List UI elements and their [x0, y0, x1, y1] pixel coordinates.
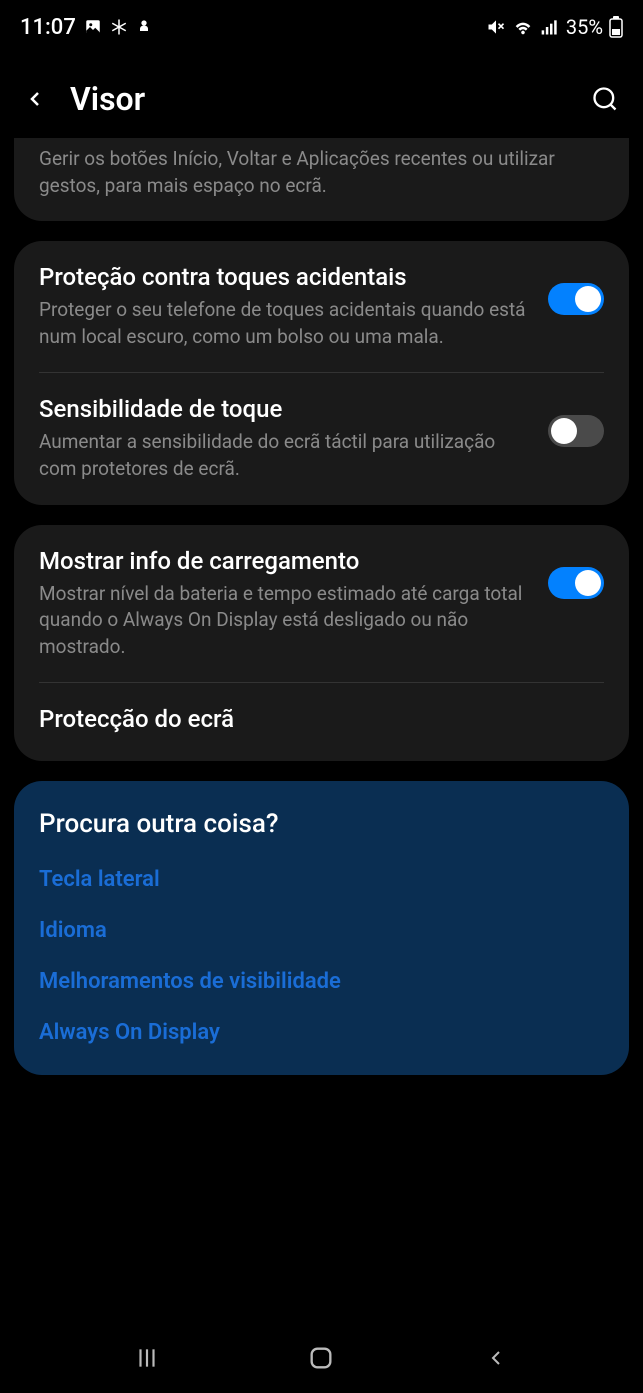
- accidental-touch-protection-item[interactable]: Proteção contra toques acidentais Proteg…: [14, 241, 629, 372]
- charging-info-item[interactable]: Mostrar info de carregamento Mostrar nív…: [14, 525, 629, 683]
- setting-desc: Gerir os botões Início, Voltar e Aplicaç…: [39, 146, 604, 199]
- gallery-icon: [84, 18, 102, 36]
- back-nav-button[interactable]: [471, 1333, 521, 1383]
- navigation-bar: [0, 1323, 643, 1393]
- suggestions-card: Procura outra coisa? Tecla lateral Idiom…: [14, 781, 629, 1075]
- toggle-knob: [575, 570, 601, 596]
- charging-screen-card: Mostrar info de carregamento Mostrar nív…: [14, 525, 629, 762]
- battery-percent: 35%: [566, 15, 603, 39]
- setting-title: Mostrar info de carregamento: [39, 547, 528, 575]
- setting-content: Protecção do ecrã: [39, 705, 604, 739]
- chevron-left-icon: [23, 87, 47, 111]
- setting-title: Sensibilidade de toque: [39, 395, 528, 423]
- suggestions-title: Procura outra coisa?: [39, 809, 604, 839]
- recents-icon: [134, 1345, 160, 1371]
- touch-settings-card: Proteção contra toques acidentais Proteg…: [14, 241, 629, 504]
- search-button[interactable]: [587, 81, 623, 117]
- accidental-touch-toggle[interactable]: [548, 283, 604, 315]
- status-right: 35%: [486, 15, 623, 39]
- toggle-knob: [551, 418, 577, 444]
- setting-title: Proteção contra toques acidentais: [39, 263, 528, 291]
- touch-sensitivity-item[interactable]: Sensibilidade de toque Aumentar a sensib…: [14, 373, 629, 504]
- back-icon: [484, 1346, 508, 1370]
- battery-icon: [609, 16, 623, 38]
- signal-icon: [540, 17, 560, 37]
- setting-content: Sensibilidade de toque Aumentar a sensib…: [39, 395, 528, 482]
- charging-info-toggle[interactable]: [548, 567, 604, 599]
- status-bar: 11:07 35%: [0, 0, 643, 50]
- toggle-knob: [575, 286, 601, 312]
- back-button[interactable]: [20, 84, 50, 114]
- setting-desc: Mostrar nível da bateria e tempo estimad…: [39, 581, 528, 661]
- mute-icon: [486, 17, 506, 37]
- page-title: Visor: [70, 80, 567, 118]
- setting-desc: Aumentar a sensibilidade do ecrã táctil …: [39, 429, 528, 482]
- recents-button[interactable]: [122, 1333, 172, 1383]
- screen-saver-item[interactable]: Protecção do ecrã: [14, 683, 629, 761]
- page-header: Visor: [0, 50, 643, 138]
- suggestion-side-key[interactable]: Tecla lateral: [39, 867, 604, 892]
- touch-sensitivity-toggle[interactable]: [548, 415, 604, 447]
- suggestion-always-on-display[interactable]: Always On Display: [39, 1020, 604, 1045]
- snowflake-icon: [110, 18, 128, 36]
- suggestion-visibility[interactable]: Melhoramentos de visibilidade: [39, 969, 604, 994]
- home-icon: [307, 1344, 335, 1372]
- app-icon: [136, 19, 152, 35]
- suggestion-language[interactable]: Idioma: [39, 918, 604, 943]
- setting-desc: Proteger o seu telefone de toques aciden…: [39, 297, 528, 350]
- wifi-icon: [512, 16, 534, 38]
- setting-title: Protecção do ecrã: [39, 705, 604, 733]
- search-icon: [591, 85, 619, 113]
- status-left: 11:07: [20, 15, 152, 40]
- navigation-bar-card-partial[interactable]: Gerir os botões Início, Voltar e Aplicaç…: [14, 138, 629, 221]
- setting-content: Mostrar info de carregamento Mostrar nív…: [39, 547, 528, 661]
- home-button[interactable]: [296, 1333, 346, 1383]
- setting-content: Proteção contra toques acidentais Proteg…: [39, 263, 528, 350]
- status-time: 11:07: [20, 15, 76, 40]
